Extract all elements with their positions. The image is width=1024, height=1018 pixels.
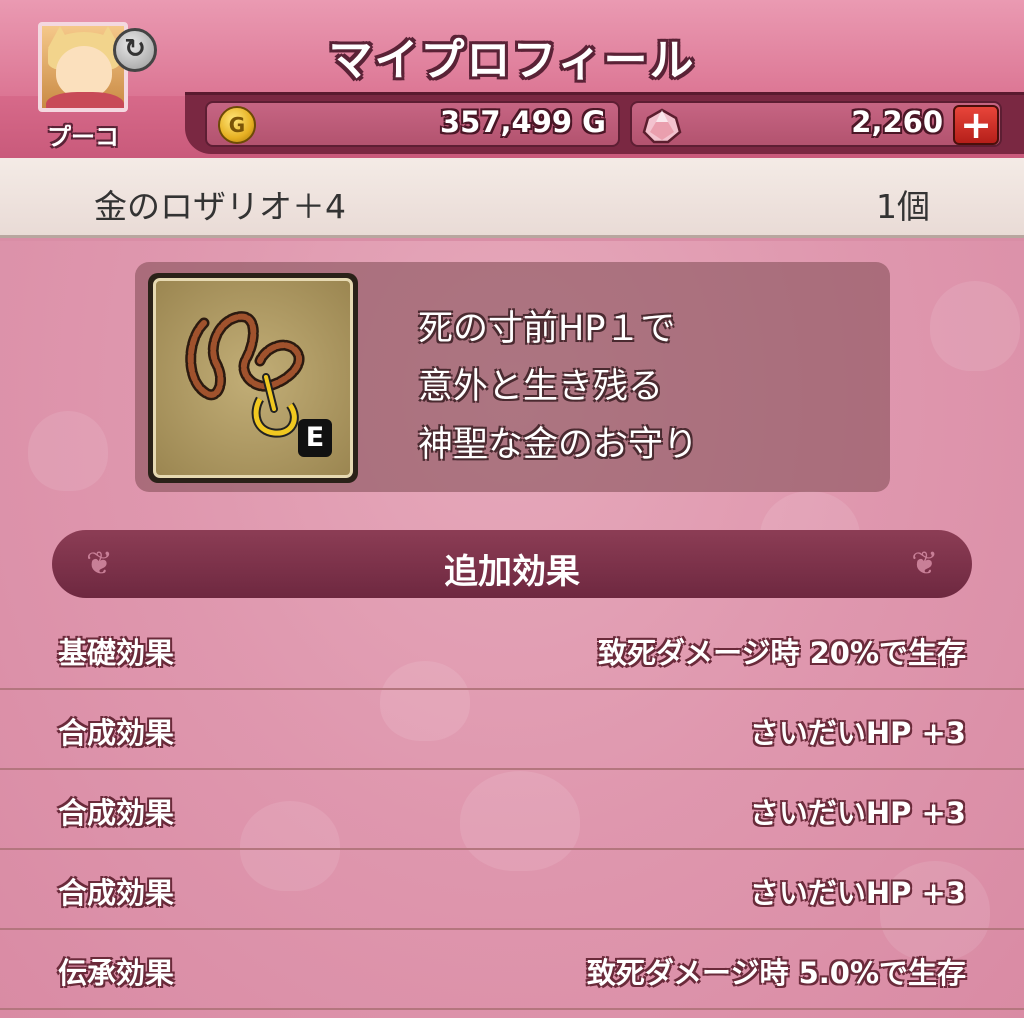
description-line: 意外と生き残る [418, 367, 664, 407]
item-count: 1個 [876, 187, 930, 226]
gem-icon [642, 108, 682, 144]
avatar[interactable] [38, 22, 128, 112]
avatar-face [56, 46, 112, 98]
description-line: 死の寸前HP１で [418, 309, 676, 349]
gem-value: 2,260 [851, 105, 943, 139]
add-gems-button[interactable]: + [953, 105, 999, 145]
additional-effects-header: ❦ 追加効果 ❦ [52, 530, 972, 598]
slime-pattern [930, 281, 1020, 371]
item-icon: E [153, 278, 353, 478]
player-name: プーコ [47, 123, 119, 151]
effect-label: 基礎効果 [58, 636, 175, 670]
item-name: 金のロザリオ＋4 [94, 187, 346, 226]
refresh-icon[interactable]: ↻ [113, 28, 157, 72]
effect-row: 合成効果 さいだいHP +3 [0, 770, 1024, 850]
effect-row: 基礎効果 致死ダメージ時 20%で生存 [0, 610, 1024, 690]
equipped-badge: E [298, 419, 332, 457]
effect-value: 致死ダメージ時 5.0%で生存 [586, 956, 966, 990]
slime-pattern [28, 411, 108, 491]
avatar-body [46, 92, 124, 108]
item-description: 死の寸前HP１で 意外と生き残る 神聖な金のお守り [418, 300, 878, 474]
effect-row: 伝承効果 致死ダメージ時 5.0%で生存 [0, 930, 1024, 1010]
effect-value: さいだいHP +3 [749, 716, 966, 750]
item-icon-frame[interactable]: E [148, 273, 358, 483]
gold-value: 357,499 G [440, 105, 606, 139]
effect-label: 合成効果 [58, 796, 175, 830]
effect-label: 伝承効果 [58, 956, 175, 990]
description-line: 神聖な金のお守り [418, 425, 699, 465]
gold-coin-icon: G [218, 106, 256, 144]
effect-value: さいだいHP +3 [749, 796, 966, 830]
effect-label: 合成効果 [58, 876, 175, 910]
effect-row: 合成効果 さいだいHP +3 [0, 690, 1024, 770]
flourish-icon: ❦ [911, 544, 938, 582]
effect-label: 合成効果 [58, 716, 175, 750]
effect-row: 合成効果 さいだいHP +3 [0, 850, 1024, 930]
section-title: 追加効果 [444, 552, 580, 592]
effect-value: 致死ダメージ時 20%で生存 [597, 636, 966, 670]
effect-value: さいだいHP +3 [749, 876, 966, 910]
